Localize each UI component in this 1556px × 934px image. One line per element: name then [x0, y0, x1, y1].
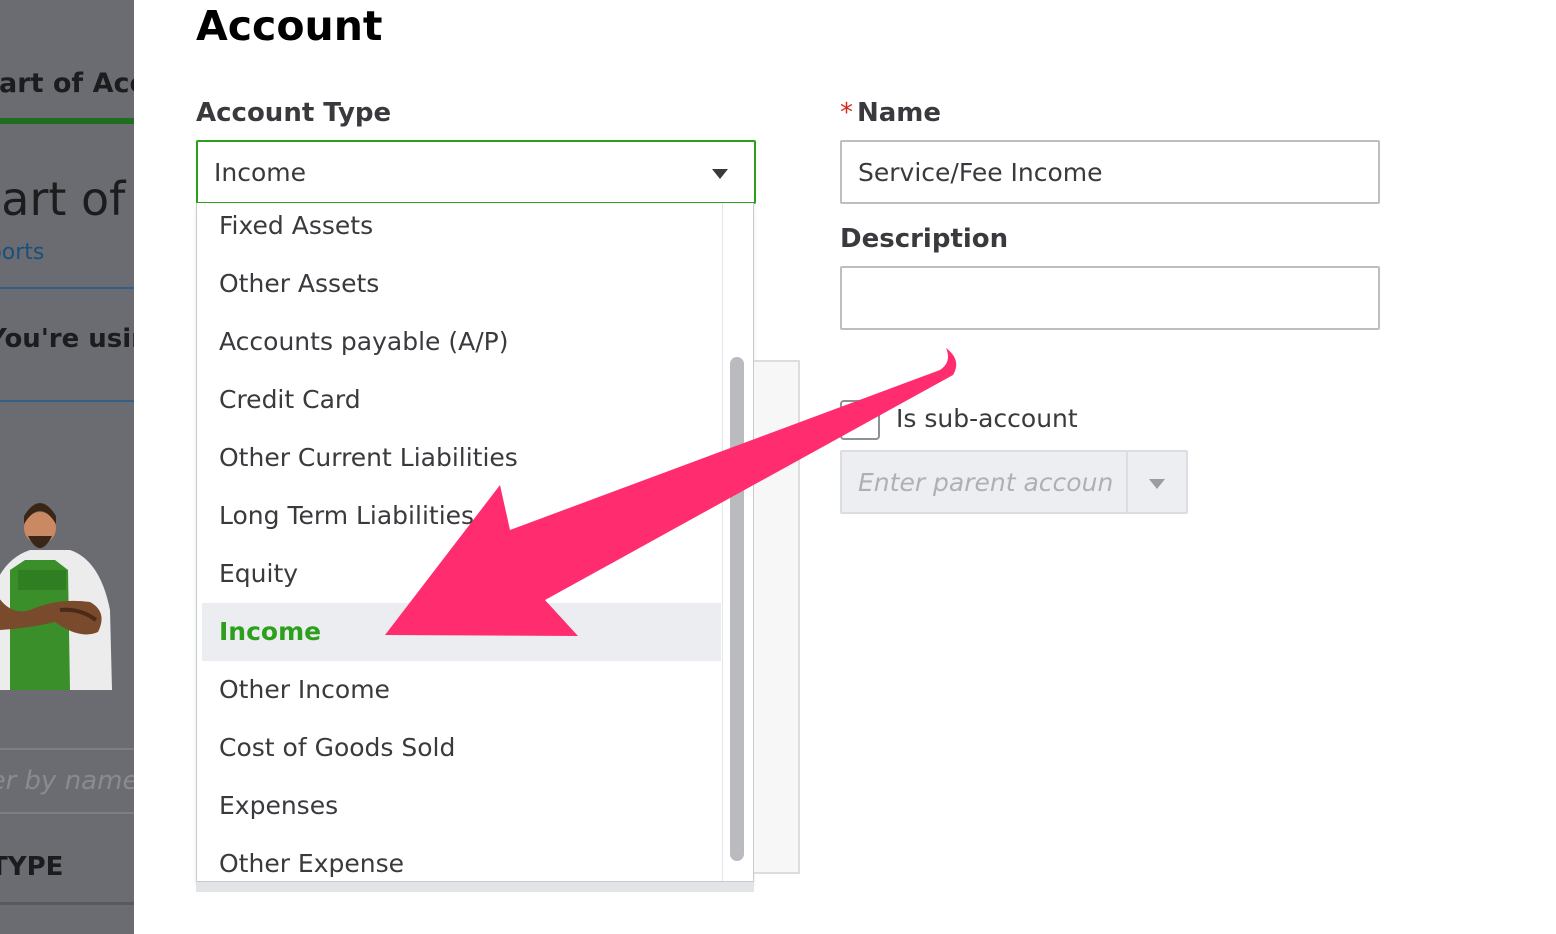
dropdown-option-long-term-liabilities[interactable]: Long Term Liabilities — [197, 487, 721, 545]
parent-account-combo — [840, 450, 1188, 514]
background-using-text: You're using — [0, 324, 134, 354]
obscured-field-edge — [754, 360, 800, 874]
dropdown-option-cost-of-goods-sold[interactable]: Cost of Goods Sold — [197, 719, 721, 777]
required-marker: * — [840, 98, 853, 128]
name-label-text: Name — [857, 98, 942, 128]
background-tab-label: Chart of Accounts — [0, 68, 134, 99]
dropdown-scrollbar[interactable] — [722, 203, 753, 881]
dropdown-option-other-income[interactable]: Other Income — [197, 661, 721, 719]
parent-account-input[interactable] — [842, 452, 1128, 512]
dropdown-bottom-edge — [196, 882, 754, 892]
dropdown-option-expenses[interactable]: Expenses — [197, 777, 721, 835]
sub-account-checkbox[interactable] — [840, 400, 880, 440]
background-heading: Chart of Accounts — [0, 172, 134, 226]
dropdown-option-income[interactable]: Income — [202, 603, 721, 661]
background-divider — [0, 902, 134, 905]
dropdown-option-fixed-assets[interactable]: Fixed Assets — [197, 203, 721, 255]
caret-down-icon — [712, 169, 728, 179]
dropdown-scroll-thumb[interactable] — [730, 357, 744, 861]
account-type-select[interactable]: Income — [196, 140, 756, 204]
account-panel: Account Account Type Income Fixed Assets… — [134, 0, 1556, 934]
name-label: * Name — [840, 98, 941, 128]
account-type-selected-value: Income — [214, 158, 306, 187]
dropdown-options: Fixed Assets Other Assets Accounts payab… — [197, 203, 721, 881]
dropdown-option-equity[interactable]: Equity — [197, 545, 721, 603]
background-column-header: TYPE — [0, 852, 64, 882]
dropdown-option-credit-card[interactable]: Credit Card — [197, 371, 721, 429]
background-filter-placeholder: Filter by name — [0, 766, 134, 796]
parent-account-dropdown-button[interactable] — [1126, 452, 1186, 512]
shopkeeper-illustration — [0, 503, 112, 690]
dropdown-option-accounts-payable[interactable]: Accounts payable (A/P) — [197, 313, 721, 371]
account-type-label: Account Type — [196, 98, 392, 128]
panel-title: Account — [196, 2, 383, 50]
account-type-dropdown: Fixed Assets Other Assets Accounts payab… — [196, 203, 754, 882]
caret-down-icon — [1149, 479, 1165, 489]
background-tab-underline — [0, 118, 134, 124]
dropdown-option-other-assets[interactable]: Other Assets — [197, 255, 721, 313]
sub-account-label: Is sub-account — [896, 404, 1078, 433]
background-link: Reports — [0, 240, 45, 265]
description-input[interactable] — [840, 266, 1380, 330]
background-divider — [0, 400, 134, 402]
dropdown-option-other-current-liabilities[interactable]: Other Current Liabilities — [197, 429, 721, 487]
description-label: Description — [840, 224, 1009, 254]
dropdown-option-other-expense[interactable]: Other Expense — [197, 835, 721, 881]
background-divider — [0, 287, 134, 289]
name-input[interactable] — [840, 140, 1380, 204]
background-page: Chart of Accounts Chart of Accounts Repo… — [0, 0, 134, 934]
